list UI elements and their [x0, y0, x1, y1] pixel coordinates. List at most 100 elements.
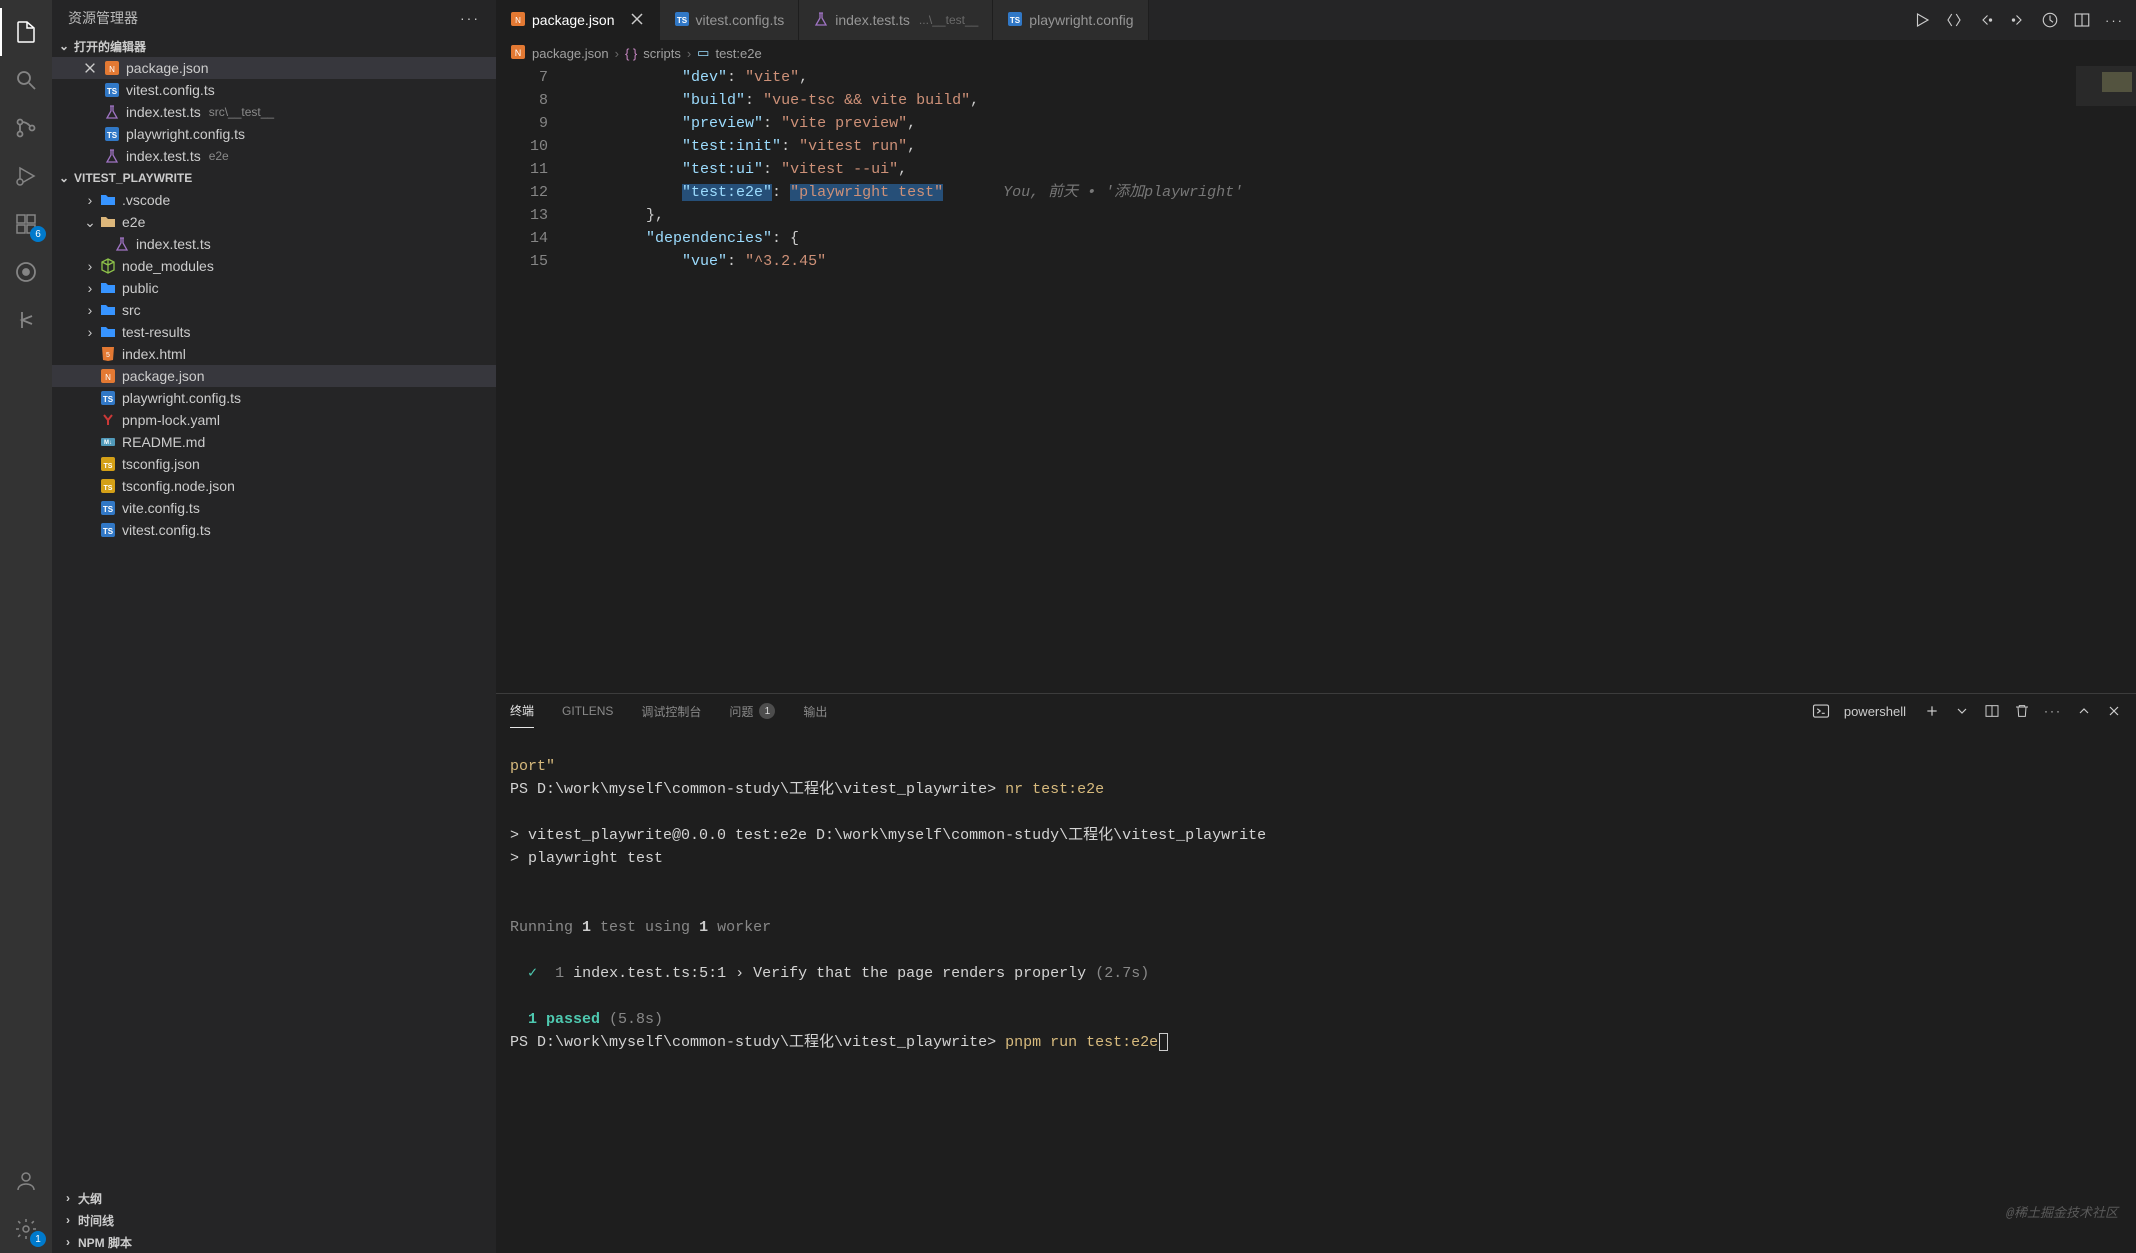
panel-tab-terminal[interactable]: 终端 [510, 694, 534, 728]
minimap-viewport[interactable] [2076, 66, 2136, 106]
code-line[interactable]: "dev": "vite", [574, 66, 2136, 89]
open-editor-item[interactable]: TSplaywright.config.ts [52, 123, 496, 145]
activity-share-icon[interactable] [0, 296, 52, 344]
code-line[interactable]: "vue": "^3.2.45" [574, 250, 2136, 273]
code-line[interactable]: "preview": "vite preview", [574, 112, 2136, 135]
file-icon: N [104, 60, 120, 76]
tree-item[interactable]: ›public [52, 277, 496, 299]
file-icon [100, 214, 116, 230]
tree-item[interactable]: ›.vscode [52, 189, 496, 211]
file-icon [100, 192, 116, 208]
chevron-up-icon[interactable] [2076, 703, 2092, 719]
code-line[interactable]: "build": "vue-tsc && vite build", [574, 89, 2136, 112]
chevron-right-icon: › [82, 192, 98, 208]
tree-item[interactable]: pnpm-lock.yaml [52, 409, 496, 431]
tree-item[interactable]: TSplaywright.config.ts [52, 387, 496, 409]
terminal-cursor [1159, 1033, 1168, 1051]
tree-item[interactable]: ⌄e2e [52, 211, 496, 233]
tab-more-icon[interactable]: ··· [2105, 13, 2124, 28]
prev-icon[interactable] [1977, 11, 1995, 29]
tree-item[interactable]: TStsconfig.node.json [52, 475, 496, 497]
panel-tab-output[interactable]: 输出 [803, 694, 827, 728]
panel-tab-gitlens[interactable]: GITLENS [562, 694, 613, 728]
code-line[interactable]: "test:ui": "vitest --ui", [574, 158, 2136, 181]
open-editor-item[interactable]: TSvitest.config.ts [52, 79, 496, 101]
term-line-part: 1 passed [528, 1011, 600, 1028]
file-icon: TS [104, 126, 120, 142]
panel-more-icon[interactable]: ··· [2044, 704, 2062, 718]
activity-search-icon[interactable] [0, 56, 52, 104]
json-icon: N [510, 44, 526, 63]
project-header[interactable]: ⌄ VITEST_PLAYWRITE [52, 167, 496, 189]
chevron-right-icon: › [82, 280, 98, 296]
open-editor-item[interactable]: index.test.tse2e [52, 145, 496, 167]
sidebar-section-header[interactable]: ›大纲 [52, 1187, 496, 1209]
activity-run-icon[interactable] [0, 152, 52, 200]
tree-item[interactable]: index.test.ts [52, 233, 496, 255]
file-icon [104, 104, 120, 120]
term-line-part: 1 [555, 965, 564, 982]
code-content[interactable]: "dev": "vite", "build": "vue-tsc && vite… [574, 66, 2136, 693]
powershell-icon[interactable] [1812, 702, 1830, 720]
tree-item[interactable]: M↓README.md [52, 431, 496, 453]
file-name: vite.config.ts [122, 500, 200, 516]
tree-item[interactable]: TStsconfig.json [52, 453, 496, 475]
open-editors-header[interactable]: ⌄ 打开的编辑器 [52, 35, 496, 57]
terminal-content[interactable]: port" PS D:\work\myself\common-study\工程化… [496, 728, 2136, 1253]
panel-tab-problems[interactable]: 问题1 [729, 694, 775, 728]
next-icon[interactable] [2009, 11, 2027, 29]
activity-account-icon[interactable] [0, 1157, 52, 1205]
chevron-down-icon[interactable] [1954, 703, 1970, 719]
tree-item[interactable]: ›src [52, 299, 496, 321]
code-line[interactable]: }, [574, 204, 2136, 227]
tree-item[interactable]: ›node_modules [52, 255, 496, 277]
file-name: vitest.config.ts [126, 82, 215, 98]
sidebar-section-header[interactable]: ›NPM 脚本 [52, 1231, 496, 1253]
open-changes-icon[interactable] [2041, 11, 2059, 29]
open-editor-item[interactable]: index.test.tssrc\__test__ [52, 101, 496, 123]
panel-tab-debug[interactable]: 调试控制台 [641, 694, 701, 728]
tree-item[interactable]: 5index.html [52, 343, 496, 365]
activity-live-icon[interactable] [0, 248, 52, 296]
editor-view[interactable]: 789101112131415 "dev": "vite", "build": … [496, 66, 2136, 693]
code-line[interactable]: "test:init": "vitest run", [574, 135, 2136, 158]
run-icon[interactable] [1913, 11, 1931, 29]
code-line[interactable]: "test:e2e": "playwright test"You, 前天 • '… [574, 181, 2136, 204]
editor-tab[interactable]: index.test.ts...\__test__ [799, 0, 993, 40]
file-name: node_modules [122, 258, 214, 274]
split-terminal-icon[interactable] [1984, 703, 2000, 719]
breadcrumb[interactable]: N package.json › { } scripts › ▭ test:e2… [496, 40, 2136, 66]
tree-item[interactable]: Npackage.json [52, 365, 496, 387]
sidebar-title-row: 资源管理器 ··· [52, 0, 496, 35]
minimap[interactable] [2076, 66, 2136, 693]
close-icon[interactable] [629, 11, 645, 30]
activity-settings-icon[interactable]: 1 [0, 1205, 52, 1253]
sidebar-more-icon[interactable]: ··· [460, 10, 480, 26]
extensions-badge: 6 [30, 226, 46, 242]
editor-tab[interactable]: TSvitest.config.ts [660, 0, 800, 40]
editor-tab[interactable]: Npackage.json [496, 0, 660, 40]
activity-scm-icon[interactable] [0, 104, 52, 152]
new-terminal-icon[interactable] [1924, 703, 1940, 719]
editor-tab[interactable]: TSplaywright.config [993, 0, 1148, 40]
file-name: README.md [122, 434, 205, 450]
activity-explorer-icon[interactable] [0, 8, 52, 56]
sidebar-bottom: ›大纲›时间线›NPM 脚本 [52, 1187, 496, 1253]
code-line[interactable]: "dependencies": { [574, 227, 2136, 250]
section-label: 时间线 [78, 1212, 114, 1229]
section-label: NPM 脚本 [78, 1234, 132, 1251]
activity-extensions-icon[interactable]: 6 [0, 200, 52, 248]
diff-icon[interactable] [1945, 11, 1963, 29]
open-editor-item[interactable]: Npackage.json [52, 57, 496, 79]
tree-item[interactable]: TSvite.config.ts [52, 497, 496, 519]
tree-item[interactable]: TSvitest.config.ts [52, 519, 496, 541]
sidebar-section-header[interactable]: ›时间线 [52, 1209, 496, 1231]
split-editor-icon[interactable] [2073, 11, 2091, 29]
shell-name[interactable]: powershell [1844, 704, 1910, 719]
close-icon[interactable] [82, 61, 98, 75]
tree-item[interactable]: ›test-results [52, 321, 496, 343]
trash-icon[interactable] [2014, 703, 2030, 719]
close-icon[interactable] [2106, 703, 2122, 719]
breadcrumb-sym2: test:e2e [715, 46, 761, 61]
chevron-right-icon: › [60, 1234, 76, 1250]
